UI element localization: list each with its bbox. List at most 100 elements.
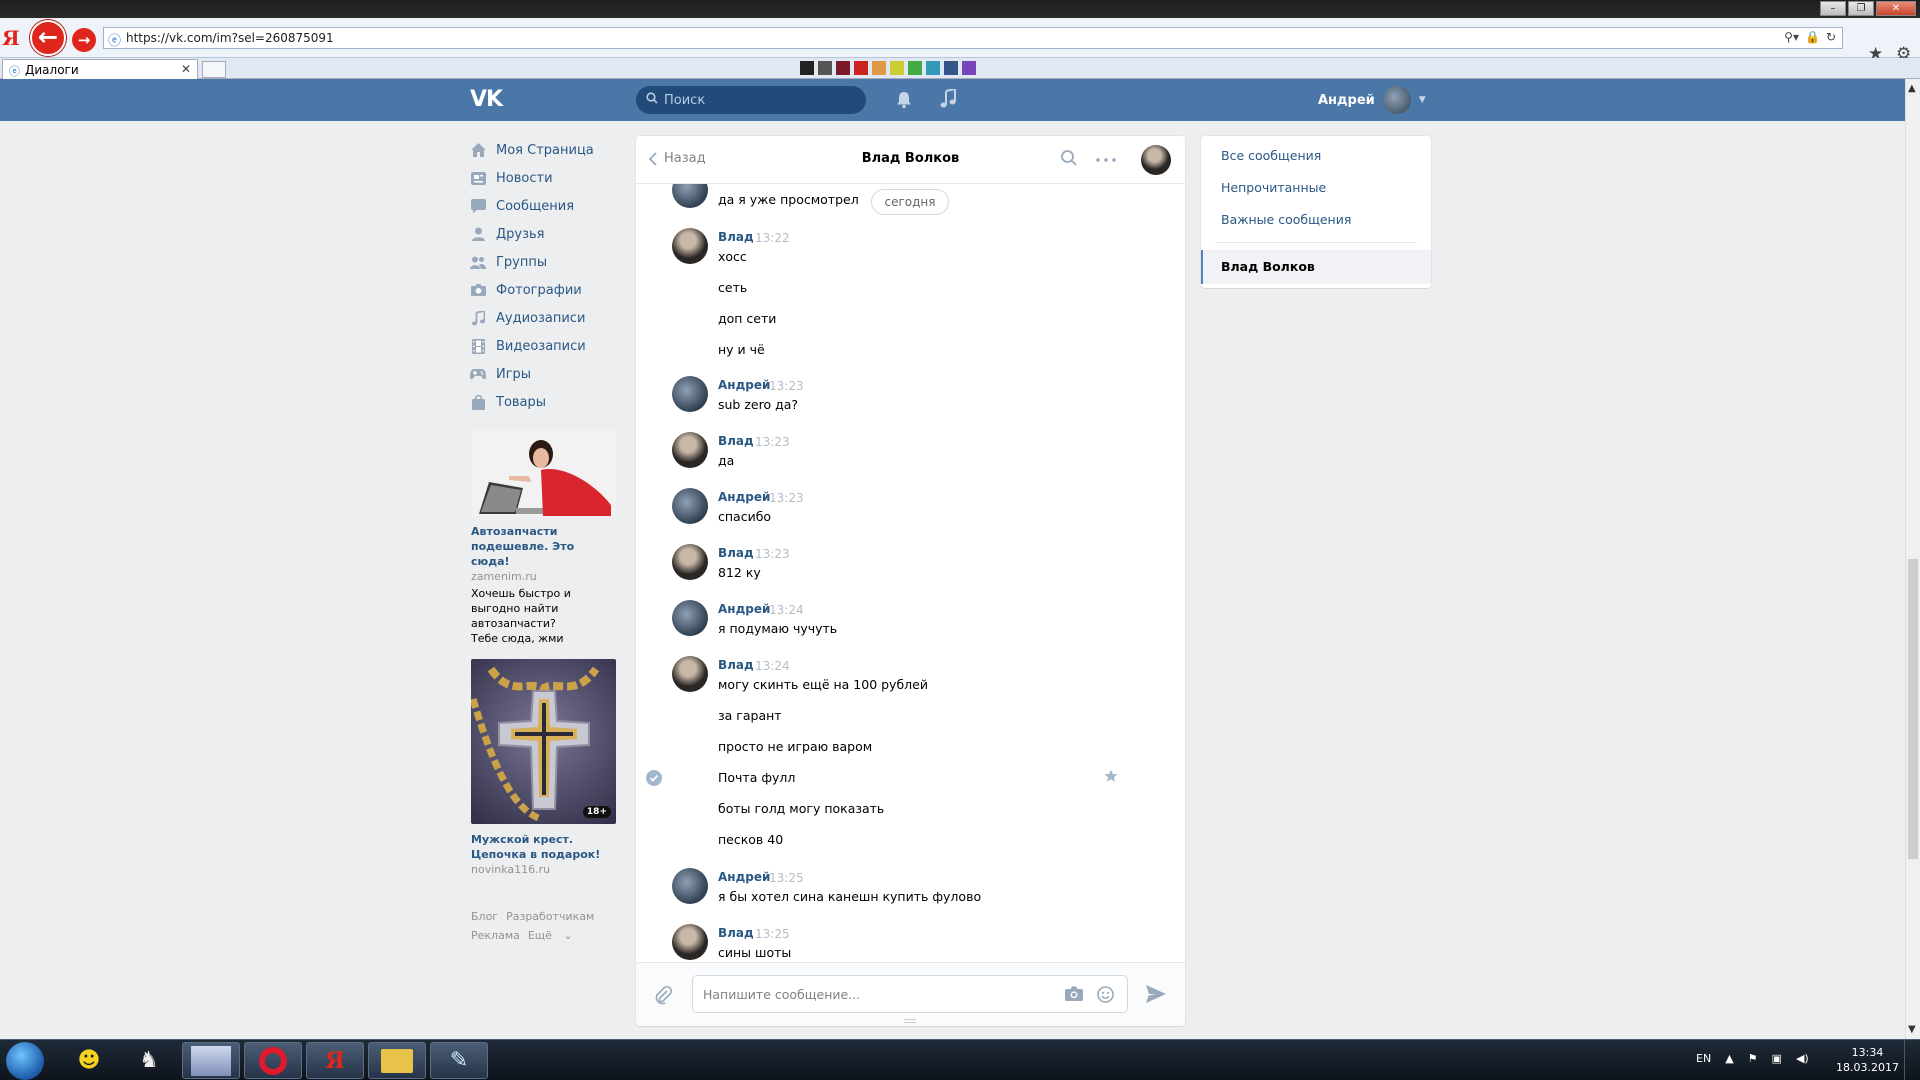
scroll-down-icon[interactable]: ▼ xyxy=(1908,1024,1916,1035)
bell-icon[interactable] xyxy=(896,91,912,109)
header-search[interactable] xyxy=(636,86,866,114)
message-text[interactable]: сеть xyxy=(718,280,747,295)
lock-icon[interactable]: 🔒 xyxy=(1805,30,1820,44)
resize-grip[interactable] xyxy=(904,1019,916,1023)
message-author[interactable]: Андрей xyxy=(718,602,770,616)
message-input[interactable] xyxy=(703,976,1043,1012)
page-scrollbar[interactable]: ▲ ▼ xyxy=(1905,79,1920,1039)
scroll-up-icon[interactable]: ▲ xyxy=(1908,83,1916,94)
filter-unread[interactable]: Непрочитанные xyxy=(1221,180,1326,195)
send-icon[interactable] xyxy=(1146,985,1166,1003)
game-app-icon[interactable]: ♞ xyxy=(120,1042,178,1079)
new-tab-button[interactable] xyxy=(202,61,226,78)
message-text[interactable]: 812 ку xyxy=(718,565,761,580)
message-text[interactable]: доп сети xyxy=(718,311,776,326)
message-author[interactable]: Влад xyxy=(718,658,754,672)
address-bar[interactable]: ⓔ https://vk.com/im?sel=260875091 ⚲▾ 🔒 ↻ xyxy=(103,27,1843,49)
ad-image-autoparts[interactable] xyxy=(471,430,616,516)
message-text[interactable]: сины шоты xyxy=(718,945,791,960)
start-button[interactable] xyxy=(6,1042,44,1080)
close-window-button[interactable]: ✕ xyxy=(1876,1,1916,16)
yandex-logo[interactable]: Я xyxy=(2,26,22,50)
footer-link-developers[interactable]: Разработчикам xyxy=(506,910,594,923)
message-text[interactable]: да я уже просмотрел xyxy=(718,192,859,207)
avatar[interactable] xyxy=(672,432,708,468)
message-text[interactable]: могу скинть ещё на 100 рублей xyxy=(718,677,928,692)
flag-icon[interactable]: ⚑ xyxy=(1748,1052,1758,1065)
avatar-app-icon[interactable] xyxy=(182,1042,240,1079)
sidebar-item-groups[interactable]: Группы xyxy=(470,248,620,276)
message-text[interactable]: хосс xyxy=(718,249,747,264)
tab-dialogs[interactable]: ⓔ Диалоги ✕ xyxy=(2,59,198,80)
avatar[interactable] xyxy=(672,600,708,636)
message-author[interactable]: Влад xyxy=(718,546,754,560)
filter-all-messages[interactable]: Все сообщения xyxy=(1221,148,1321,163)
ad-title[interactable]: Автозапчасти подешевле. Это сюда! xyxy=(471,524,616,569)
avatar[interactable] xyxy=(672,868,708,904)
avatar[interactable] xyxy=(672,656,708,692)
sidebar-item-games[interactable]: Игры xyxy=(470,360,620,388)
message-author[interactable]: Андрей xyxy=(718,378,770,392)
footer-link-ads[interactable]: Реклама xyxy=(471,929,520,942)
volume-icon[interactable]: ◀) xyxy=(1796,1052,1809,1065)
message-text[interactable]: просто не играю варом xyxy=(718,739,872,754)
sidebar-item-goods[interactable]: Товары xyxy=(470,388,620,416)
minimize-button[interactable]: – xyxy=(1820,1,1846,16)
sidebar-item-messages[interactable]: Сообщения xyxy=(470,192,620,220)
message-author[interactable]: Влад xyxy=(718,230,754,244)
sidebar-item-friends[interactable]: Друзья xyxy=(470,220,620,248)
ad-block-autoparts[interactable]: Автозапчасти подешевле. Это сюда! zameni… xyxy=(471,430,616,646)
sidebar-item-video[interactable]: Видеозаписи xyxy=(470,332,620,360)
avatar[interactable] xyxy=(672,924,708,960)
active-dialog-item[interactable]: Влад Волков xyxy=(1201,250,1431,284)
opera-icon[interactable] xyxy=(244,1042,302,1079)
message-text[interactable]: Почта фулл xyxy=(718,770,795,785)
selected-check-icon[interactable] xyxy=(646,770,662,786)
message-text[interactable]: за гарант xyxy=(718,708,782,723)
url-text[interactable]: https://vk.com/im?sel=260875091 xyxy=(126,31,334,45)
show-desktop-button[interactable] xyxy=(1904,1040,1920,1080)
message-input-box[interactable] xyxy=(692,975,1128,1013)
browser-forward-button[interactable]: → xyxy=(72,28,96,52)
vk-logo-icon[interactable]: VK xyxy=(470,87,503,112)
tab-close-icon[interactable]: ✕ xyxy=(181,62,191,76)
avatar[interactable] xyxy=(672,228,708,264)
peer-avatar[interactable] xyxy=(1141,145,1171,175)
sidebar-item-audio[interactable]: Аудиозаписи xyxy=(470,304,620,332)
paint-icon[interactable]: ✎ xyxy=(430,1042,488,1079)
ad-image-cross[interactable]: 18+ xyxy=(471,659,616,824)
footer-link-blog[interactable]: Блог xyxy=(471,910,498,923)
star-icon[interactable] xyxy=(1104,769,1118,783)
message-text[interactable]: да xyxy=(718,453,734,468)
smile-icon[interactable] xyxy=(1097,986,1114,1003)
ad-title[interactable]: Мужской крест. Цепочка в подарок! xyxy=(471,832,616,862)
camera-icon[interactable] xyxy=(1065,986,1083,1001)
message-text[interactable]: sub zero да? xyxy=(718,397,798,412)
message-author[interactable]: Андрей xyxy=(718,490,770,504)
sidebar-item-news[interactable]: Новости xyxy=(470,164,620,192)
message-author[interactable]: Влад xyxy=(718,926,754,940)
sidebar-item-my-page[interactable]: Моя Страница xyxy=(470,136,620,164)
smiley-app-icon[interactable]: ☻ xyxy=(60,1042,118,1079)
search-dropdown-icon[interactable]: ⚲▾ xyxy=(1784,30,1799,44)
clock[interactable]: 13:34 18.03.2017 xyxy=(1836,1045,1899,1075)
paperclip-icon[interactable] xyxy=(654,985,672,1005)
message-author[interactable]: Андрей xyxy=(718,870,770,884)
avatar[interactable] xyxy=(672,488,708,524)
music-icon[interactable] xyxy=(940,89,956,109)
browser-back-button[interactable]: ← xyxy=(30,20,66,56)
tray-arrow-icon[interactable]: ▲ xyxy=(1725,1052,1733,1065)
message-history[interactable]: да я уже просмотрел сегодня Влад 13:22 х… xyxy=(636,184,1185,962)
folder-icon[interactable] xyxy=(368,1042,426,1079)
more-dots-icon[interactable] xyxy=(1096,158,1116,162)
refresh-icon[interactable]: ↻ xyxy=(1826,30,1836,44)
network-icon[interactable]: ▣ xyxy=(1772,1052,1782,1065)
language-indicator[interactable]: EN xyxy=(1696,1052,1711,1065)
yandex-browser-icon[interactable]: Я xyxy=(306,1042,364,1079)
avatar[interactable] xyxy=(672,184,708,208)
avatar[interactable] xyxy=(672,376,708,412)
search-input[interactable] xyxy=(664,86,854,114)
back-link[interactable]: Назад xyxy=(648,151,706,166)
scroll-thumb[interactable] xyxy=(1908,559,1918,859)
message-author[interactable]: Влад xyxy=(718,434,754,448)
